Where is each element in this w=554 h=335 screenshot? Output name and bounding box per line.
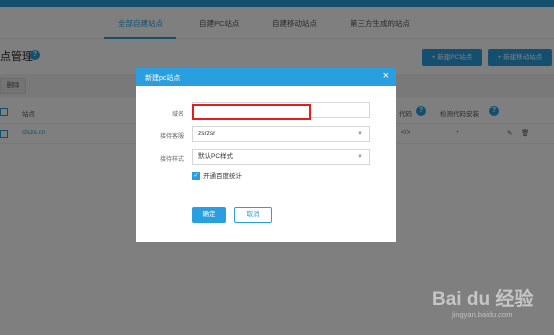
style-value: 默认PC样式 xyxy=(198,153,234,160)
baidu-stats-checkbox[interactable]: ✓ xyxy=(192,172,200,181)
chevron-down-icon: ▼ xyxy=(357,131,363,137)
domain-input[interactable] xyxy=(192,104,311,120)
dialog-header: 新建pc站点 × xyxy=(136,68,396,86)
baidu-watermark: Bai du 经验 xyxy=(432,289,534,310)
close-icon[interactable]: × xyxy=(383,70,389,83)
baidu-stats-option[interactable]: ✓ 开通百度统计 xyxy=(192,170,242,181)
domain-label: 域名 xyxy=(171,112,184,118)
viewer-label: 接待客服 xyxy=(159,134,184,140)
style-select[interactable]: 默认PC样式 ▼ xyxy=(192,149,370,165)
style-label: 接待样式 xyxy=(159,157,184,163)
new-pc-site-dialog: 新建pc站点 × 域名 接待客服 zsrzsr ▼ 接待样式 默认PC样式 ▼ … xyxy=(136,68,396,242)
dialog-title: 新建pc站点 xyxy=(145,75,181,82)
viewer-select[interactable]: zsrzsr ▼ xyxy=(192,126,370,142)
chevron-down-icon: ▼ xyxy=(357,154,363,160)
viewer-value: zsrzsr xyxy=(198,130,216,137)
confirm-button[interactable]: 确定 xyxy=(192,207,226,223)
watermark-url: jingyan.baidu.com xyxy=(452,310,513,319)
baidu-stats-label: 开通百度统计 xyxy=(203,173,242,180)
cancel-button[interactable]: 取消 xyxy=(234,207,272,223)
